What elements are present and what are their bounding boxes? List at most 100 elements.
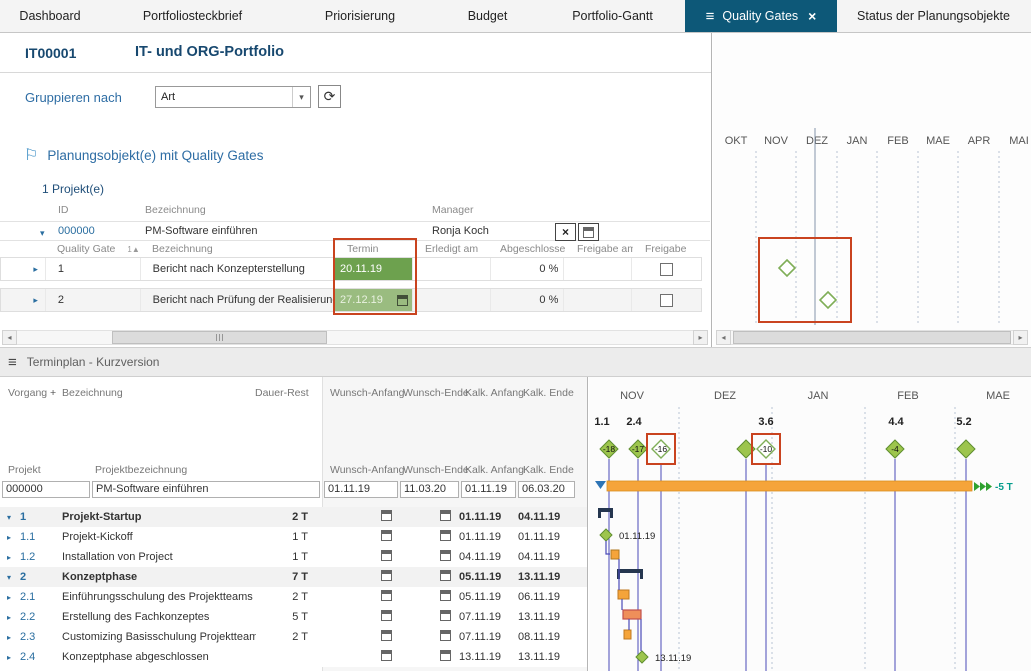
gate-row[interactable]: ▸ 1 Bericht nach Konzepterstellung 20.11… [0, 257, 702, 281]
terminplan-section-bar[interactable]: ≡ Terminplan - Kurzversion [0, 347, 1031, 377]
wunsch-ende-cell[interactable] [440, 650, 459, 664]
kalk-anfang-field[interactable]: 01.11.19 [461, 481, 516, 498]
scroll-right-button[interactable]: ▸ [1013, 330, 1028, 345]
project-row[interactable]: ▾ 000000 PM-Software einführen Ronja Koc… [0, 221, 710, 241]
tab-dashboard[interactable]: Dashboard [0, 0, 100, 32]
wunsch-anfang-cell[interactable] [381, 530, 398, 544]
calendar-icon[interactable] [440, 590, 451, 601]
calendar-icon[interactable] [381, 530, 392, 541]
calendar-icon[interactable] [381, 570, 392, 581]
task-number[interactable]: 2.4 [18, 651, 62, 663]
scroll-right-button[interactable]: ▸ [693, 330, 708, 345]
wunsch-anfang-cell[interactable] [381, 610, 398, 624]
wunsch-anfang-field[interactable]: 01.11.19 [324, 481, 398, 498]
tab-priorisierung[interactable]: Priorisierung [285, 0, 435, 32]
col-kalk-anfang[interactable]: Kalk. Anfang [465, 387, 524, 399]
task-number[interactable]: 1.1 [18, 531, 62, 543]
close-tab-icon[interactable]: × [808, 8, 816, 24]
milestone-projekt-kickoff[interactable] [600, 529, 612, 541]
wunsch-ende-cell[interactable] [440, 510, 459, 524]
project-gantt-bar[interactable] [607, 481, 972, 491]
calendar-icon[interactable] [381, 630, 392, 641]
refresh-button[interactable]: ⟳ [318, 85, 341, 108]
tab-portfolio-gantt[interactable]: Portfolio-Gantt [540, 0, 685, 32]
expand-icon[interactable]: ▸ [33, 295, 38, 306]
col-kalk-ende[interactable]: Kalk. Ende [523, 387, 574, 399]
freigabe-checkbox[interactable] [660, 263, 673, 276]
collapse-icon[interactable]: ▾ [40, 228, 45, 239]
collapse-icon[interactable]: ▾ [7, 573, 11, 582]
expand-icon[interactable]: ▸ [7, 593, 11, 602]
task-row[interactable]: ▾ 1 Projekt-Startup 2 T 01.11.19 04.11.1… [0, 507, 588, 527]
termin-date-cell[interactable]: 20.11.19 [335, 258, 412, 280]
wunsch-ende-cell[interactable] [440, 570, 459, 584]
task-row[interactable]: ▸ 2.2 Erstellung des Fachkonzeptes 5 T 0… [0, 607, 588, 627]
freigabe-am-cell[interactable] [564, 289, 632, 311]
task-row[interactable]: ▸ 2.3 Customizing Basisschulung Projektt… [0, 627, 588, 647]
task-number[interactable]: 2.2 [18, 611, 62, 623]
kalk-ende-field[interactable]: 06.03.20 [518, 481, 575, 498]
freigabe-checkbox[interactable] [660, 294, 673, 307]
wunsch-anfang-cell[interactable] [381, 590, 398, 604]
tab-budget[interactable]: Budget [435, 0, 540, 32]
tab-quality-gates[interactable]: ≡ Quality Gates × [685, 0, 837, 32]
wunsch-ende-cell[interactable] [440, 610, 459, 624]
calendar-icon[interactable] [381, 610, 392, 621]
task-number[interactable]: 2.1 [18, 591, 62, 603]
col-bezeichnung[interactable]: Bezeichnung [62, 387, 123, 399]
project-id[interactable]: 000000 [58, 225, 95, 237]
quality-gate-milestone[interactable] [779, 260, 795, 276]
scrollbar-track[interactable] [17, 330, 693, 345]
phase-bracket-projekt-startup[interactable] [598, 508, 613, 518]
calendar-icon[interactable] [381, 650, 392, 661]
group-by-select[interactable]: Art ▾ [155, 86, 311, 108]
gate-row[interactable]: ▸ 2 Bericht nach Prüfung der Realisierun… [0, 288, 702, 312]
wunsch-anfang-cell[interactable] [381, 650, 398, 664]
calendar-icon[interactable] [397, 295, 408, 306]
calendar-icon[interactable] [440, 570, 451, 581]
freigabe-am-cell[interactable] [564, 258, 632, 280]
task-bar-einfuehrungsschulung[interactable] [618, 590, 629, 599]
calendar-icon[interactable] [440, 650, 451, 661]
project-id-field[interactable]: 000000 [2, 481, 90, 498]
termin-date-cell[interactable]: 27.12.19 [335, 289, 412, 311]
horizontal-scrollbar[interactable]: ◂ ▸ [2, 330, 708, 345]
task-row[interactable]: ▾ 2 Konzeptphase 7 T 05.11.19 13.11.19 [0, 567, 588, 587]
wunsch-ende-cell[interactable] [440, 530, 459, 544]
scroll-left-button[interactable]: ◂ [716, 330, 731, 345]
col-vorgang[interactable]: Vorgang [8, 387, 47, 399]
col-dauer-rest[interactable]: Dauer-Rest [255, 387, 309, 399]
calendar-icon[interactable] [440, 550, 451, 561]
calendar-button[interactable] [578, 223, 599, 241]
task-row[interactable]: ▸ 2.4 Konzeptphase abgeschlossen 13.11.1… [0, 647, 588, 667]
calendar-icon[interactable] [440, 630, 451, 641]
col-freigabe[interactable]: Freigabe [633, 241, 702, 257]
expand-icon[interactable]: ▸ [7, 613, 11, 622]
wunsch-anfang-cell[interactable] [381, 510, 398, 524]
col-freigabe-am[interactable]: Freigabe am [565, 241, 633, 257]
task-number[interactable]: 2 [18, 571, 62, 583]
scrollbar-thumb[interactable] [112, 331, 327, 344]
task-number[interactable]: 1 [18, 511, 62, 523]
scrollbar-track[interactable] [731, 330, 1013, 345]
project-name-field[interactable]: PM-Software einführen [92, 481, 320, 498]
expand-all-button[interactable]: + [50, 387, 56, 399]
task-number[interactable]: 1.2 [18, 551, 62, 563]
col-wunsch-anfang[interactable]: Wunsch-Anfang [330, 387, 405, 399]
delete-button[interactable]: × [555, 223, 576, 241]
col-erledigt-am[interactable]: Erledigt am [413, 241, 491, 257]
tab-portfoliosteckbrief[interactable]: Portfoliosteckbrief [100, 0, 285, 32]
scroll-left-button[interactable]: ◂ [2, 330, 17, 345]
task-bar-fachkonzept[interactable] [623, 610, 641, 619]
wunsch-ende-cell[interactable] [440, 630, 459, 644]
wunsch-anfang-cell[interactable] [381, 570, 398, 584]
expand-icon[interactable]: ▸ [7, 653, 11, 662]
task-row[interactable]: ▸ 1.2 Installation von Project 1 T 04.11… [0, 547, 588, 567]
wunsch-anfang-cell[interactable] [381, 630, 398, 644]
wunsch-anfang-cell[interactable] [381, 550, 398, 564]
col-termin[interactable]: Termin [335, 241, 413, 257]
task-number[interactable]: 2.3 [18, 631, 62, 643]
calendar-icon[interactable] [381, 550, 392, 561]
wunsch-ende-cell[interactable] [440, 590, 459, 604]
expand-icon[interactable]: ▸ [7, 553, 11, 562]
